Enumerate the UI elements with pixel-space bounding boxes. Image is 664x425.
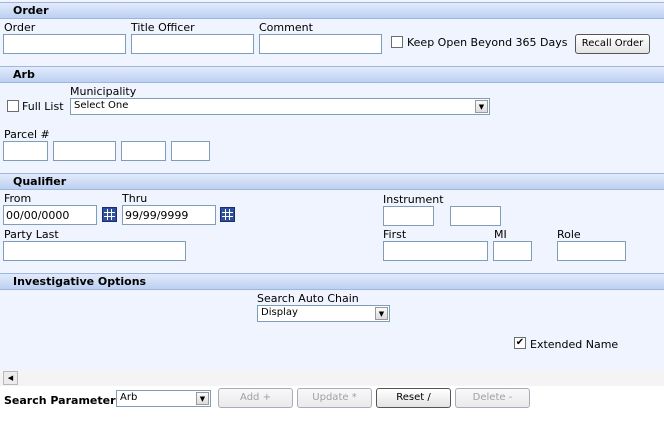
thru-label: Thru xyxy=(122,192,148,205)
thru-date-input[interactable] xyxy=(122,205,216,225)
arb-section-header: Arb xyxy=(0,66,664,83)
chevron-down-icon[interactable]: ▼ xyxy=(196,392,209,405)
qualifier-section-title: Qualifier xyxy=(13,175,67,188)
search-parameters-selected-value: Arb xyxy=(120,392,138,403)
order-label: Order xyxy=(4,21,36,34)
instrument-input-1[interactable] xyxy=(383,206,434,226)
chevron-left-icon[interactable]: ◀ xyxy=(3,371,18,385)
auto-chain-select[interactable]: Display ▼ xyxy=(257,305,390,322)
order-section-header: Order xyxy=(0,2,664,19)
mi-input[interactable] xyxy=(493,241,532,261)
mi-label: MI xyxy=(494,228,507,241)
title-officer-label: Title Officer xyxy=(131,21,195,34)
municipality-select[interactable]: Select One ▼ xyxy=(70,98,490,115)
extended-name-checkbox[interactable]: ✔ xyxy=(514,337,526,349)
role-label: Role xyxy=(557,228,581,241)
extended-name-label: Extended Name xyxy=(530,338,619,351)
role-input[interactable] xyxy=(557,241,626,261)
first-name-input[interactable] xyxy=(383,241,488,261)
auto-chain-selected-value: Display xyxy=(261,307,298,318)
chevron-down-icon[interactable]: ▼ xyxy=(475,100,488,113)
add-button[interactable]: Add + xyxy=(218,388,293,408)
instrument-label: Instrument xyxy=(383,193,444,206)
title-officer-input[interactable] xyxy=(131,34,254,54)
first-label: First xyxy=(383,228,407,241)
municipality-label: Municipality xyxy=(70,85,137,98)
chevron-down-icon[interactable]: ▼ xyxy=(375,307,388,320)
comment-label: Comment xyxy=(259,21,313,34)
full-list-checkbox[interactable] xyxy=(7,100,19,112)
horizontal-scrollbar[interactable]: ◀ xyxy=(0,370,664,386)
arb-section-title: Arb xyxy=(13,68,35,81)
party-last-label: Party Last xyxy=(4,228,59,241)
order-input[interactable] xyxy=(3,34,126,54)
parcel-input-3[interactable] xyxy=(121,141,166,161)
search-parameters-label: Search Parameters xyxy=(4,394,123,407)
investigative-section-title: Investigative Options xyxy=(13,275,147,288)
instrument-input-2[interactable] xyxy=(450,206,501,226)
auto-chain-label: Search Auto Chain xyxy=(257,292,359,305)
parcel-label: Parcel # xyxy=(4,128,50,141)
keep-open-checkbox[interactable] xyxy=(391,36,403,48)
parcel-input-1[interactable] xyxy=(3,141,48,161)
reset-button[interactable]: Reset / xyxy=(376,388,451,408)
delete-button[interactable]: Delete - xyxy=(455,388,530,408)
municipality-selected-value: Select One xyxy=(74,100,129,111)
party-last-input[interactable] xyxy=(3,241,186,261)
full-list-label: Full List xyxy=(22,100,64,113)
recall-order-button[interactable]: Recall Order xyxy=(575,34,650,54)
calendar-icon[interactable] xyxy=(220,207,235,222)
investigative-section-header: Investigative Options xyxy=(0,273,664,290)
from-date-input[interactable] xyxy=(3,205,97,225)
qualifier-section-header: Qualifier xyxy=(0,173,664,190)
from-label: From xyxy=(4,192,32,205)
parcel-input-2[interactable] xyxy=(53,141,116,161)
keep-open-label: Keep Open Beyond 365 Days xyxy=(407,36,568,49)
search-parameters-select[interactable]: Arb ▼ xyxy=(116,390,211,407)
calendar-icon[interactable] xyxy=(102,207,117,222)
order-section-title: Order xyxy=(13,4,49,17)
comment-input[interactable] xyxy=(259,34,382,54)
parcel-input-4[interactable] xyxy=(171,141,210,161)
update-button[interactable]: Update * xyxy=(297,388,372,408)
